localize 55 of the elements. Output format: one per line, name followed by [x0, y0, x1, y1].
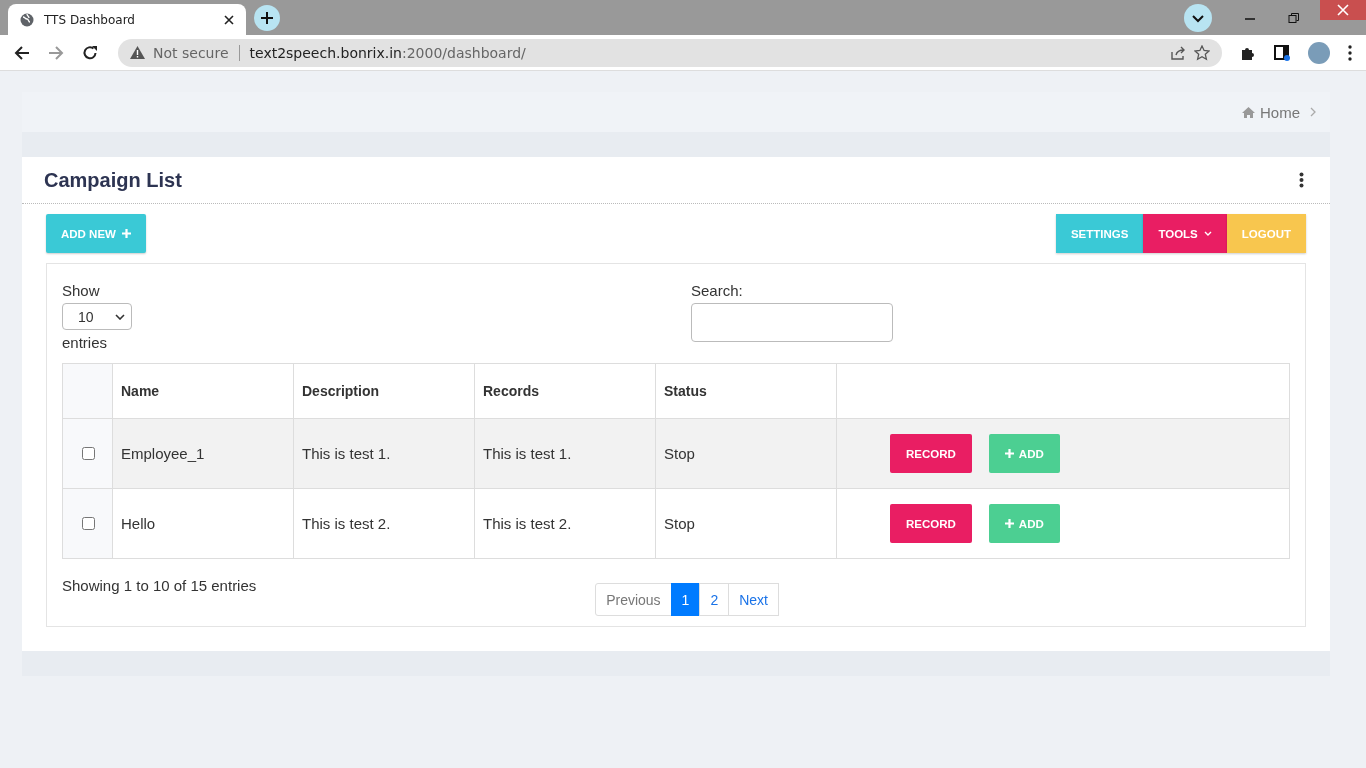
close-icon[interactable]: [224, 14, 234, 25]
browser-tab[interactable]: TTS Dashboard: [8, 4, 246, 35]
close-window-button[interactable]: [1320, 0, 1366, 20]
column-header[interactable]: Name: [112, 363, 294, 419]
column-header[interactable]: Description: [293, 363, 475, 419]
restore-icon[interactable]: [1288, 11, 1300, 24]
search-label: Search:: [691, 282, 744, 299]
star-icon[interactable]: [1194, 44, 1210, 61]
reload-icon[interactable]: [82, 44, 98, 61]
column-header[interactable]: Status: [655, 363, 837, 419]
page-button[interactable]: 1: [670, 583, 701, 616]
avatar[interactable]: [1308, 41, 1330, 64]
next-button[interactable]: Next: [728, 583, 779, 616]
table-cell: Hello: [112, 488, 294, 559]
caret-icon: [115, 313, 125, 320]
search-field[interactable]: [691, 303, 893, 342]
share-icon[interactable]: [1170, 44, 1186, 61]
globe-icon: [20, 12, 34, 27]
menu-icon[interactable]: [1348, 44, 1352, 61]
caret-icon: [1203, 231, 1212, 236]
tab-search-icon[interactable]: [1184, 3, 1212, 32]
entries-info: Showing 1 to 10 of 15 entries: [62, 577, 257, 596]
table-cell: This is test 1.: [293, 418, 475, 489]
row-checkbox[interactable]: [81, 517, 95, 530]
warning-icon: [130, 46, 145, 59]
table-cell: This is test 2.: [293, 488, 475, 559]
address-bar[interactable]: Not secure text2speech.bonrix.in:2000/dashboard/: [118, 38, 1222, 67]
forward-icon[interactable]: [48, 44, 64, 61]
previous-button[interactable]: Previous: [595, 583, 672, 616]
entries-label: entries: [62, 334, 108, 351]
back-icon[interactable]: [14, 44, 30, 61]
table-cell: This is test 1.: [474, 418, 656, 489]
table-cell: Employee_1: [112, 418, 294, 489]
plus-icon: [1004, 519, 1014, 528]
page-button[interactable]: 2: [699, 583, 730, 616]
close-icon: [1337, 4, 1349, 16]
record-button[interactable]: RECORD: [890, 504, 972, 543]
card-title: Campaign List: [44, 168, 182, 192]
table-cell: Stop: [655, 418, 837, 489]
tools-dropdown[interactable]: TOOLS: [1143, 214, 1227, 253]
sidepanel-icon[interactable]: [1274, 44, 1290, 61]
plus-icon: [1004, 449, 1014, 458]
table-cell: Stop: [655, 488, 837, 559]
chevron-right-icon: [1310, 107, 1316, 117]
plus-icon: [121, 229, 131, 238]
show-label: Show: [62, 282, 100, 299]
entries-select[interactable]: 10: [62, 303, 132, 330]
record-button[interactable]: RECORD: [890, 434, 972, 473]
table-cell: This is test 2.: [474, 488, 656, 559]
more-options-icon[interactable]: [1299, 172, 1304, 188]
home-icon: [1242, 106, 1255, 118]
home-link[interactable]: Home: [1242, 103, 1300, 121]
column-header[interactable]: Records: [474, 363, 656, 419]
new-tab-icon[interactable]: [254, 4, 280, 31]
row-checkbox[interactable]: [81, 447, 95, 460]
